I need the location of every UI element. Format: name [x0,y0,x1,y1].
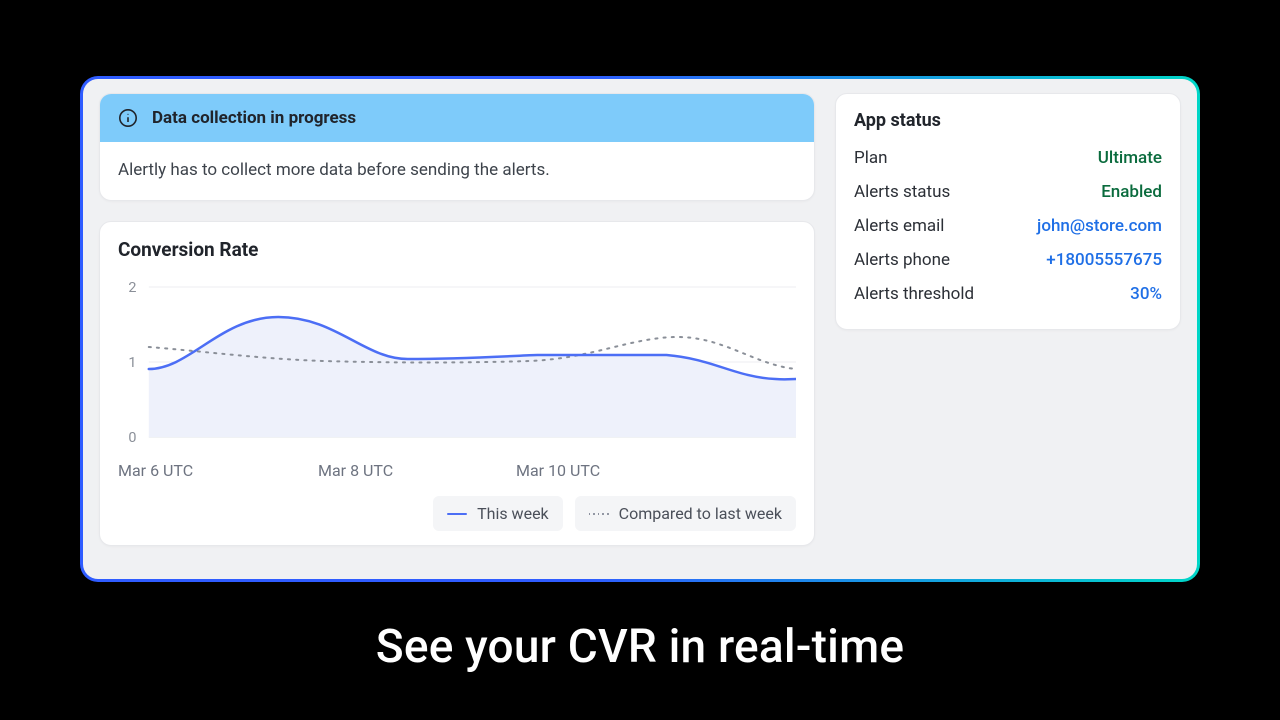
y-tick-0: 0 [128,430,136,446]
chart-legend: This week Compared to last week [118,496,796,531]
status-value[interactable]: john@store.com [1037,216,1162,236]
app-frame-inner: Data collection in progress Alertly has … [83,79,1197,579]
legend-mark-dotted-icon [589,511,609,517]
status-row-plan: Plan Ultimate [854,141,1162,175]
banner-title: Data collection in progress [152,108,356,128]
y-tick-1: 1 [128,355,136,371]
legend-this-week-label: This week [477,504,549,523]
status-label: Alerts threshold [854,284,974,304]
app-status-card: App status Plan Ultimate Alerts status E… [835,93,1181,330]
left-column: Data collection in progress Alertly has … [99,93,815,565]
legend-mark-solid-icon [447,513,467,515]
x-tick-0: Mar 6 UTC [118,461,318,480]
status-label: Alerts status [854,182,950,202]
chart-title: Conversion Rate [118,238,796,261]
status-value: Enabled [1101,182,1162,202]
chart-svg: 2 1 0 [118,267,796,455]
status-value[interactable]: +18005557675 [1046,250,1162,270]
banner-header: Data collection in progress [100,94,814,142]
status-row-alerts-phone: Alerts phone +18005557675 [854,243,1162,277]
data-collection-banner: Data collection in progress Alertly has … [99,93,815,201]
status-row-alerts-email: Alerts email john@store.com [854,209,1162,243]
banner-body: Alertly has to collect more data before … [100,142,814,200]
hero-tagline: See your CVR in real-time [0,620,1280,674]
legend-last-week-label: Compared to last week [619,504,782,523]
app-status-title: App status [854,110,1162,131]
y-tick-2: 2 [128,280,136,296]
status-label: Alerts email [854,216,944,236]
x-axis-labels: Mar 6 UTC Mar 8 UTC Mar 10 UTC [118,461,796,480]
status-value[interactable]: 30% [1130,284,1162,304]
legend-last-week[interactable]: Compared to last week [575,496,796,531]
app-frame: Data collection in progress Alertly has … [80,76,1200,582]
status-row-alerts-status: Alerts status Enabled [854,175,1162,209]
conversion-rate-card: Conversion Rate 2 1 0 [99,221,815,546]
x-tick-1: Mar 8 UTC [318,461,516,480]
right-column: App status Plan Ultimate Alerts status E… [835,93,1181,565]
chart-plot: 2 1 0 [118,267,796,455]
status-value: Ultimate [1098,148,1162,168]
info-icon [118,108,138,128]
legend-this-week[interactable]: This week [433,496,563,531]
status-label: Plan [854,148,888,168]
area-this-week [149,317,796,437]
status-row-alerts-threshold: Alerts threshold 30% [854,277,1162,311]
x-tick-2: Mar 10 UTC [516,461,600,480]
status-label: Alerts phone [854,250,950,270]
